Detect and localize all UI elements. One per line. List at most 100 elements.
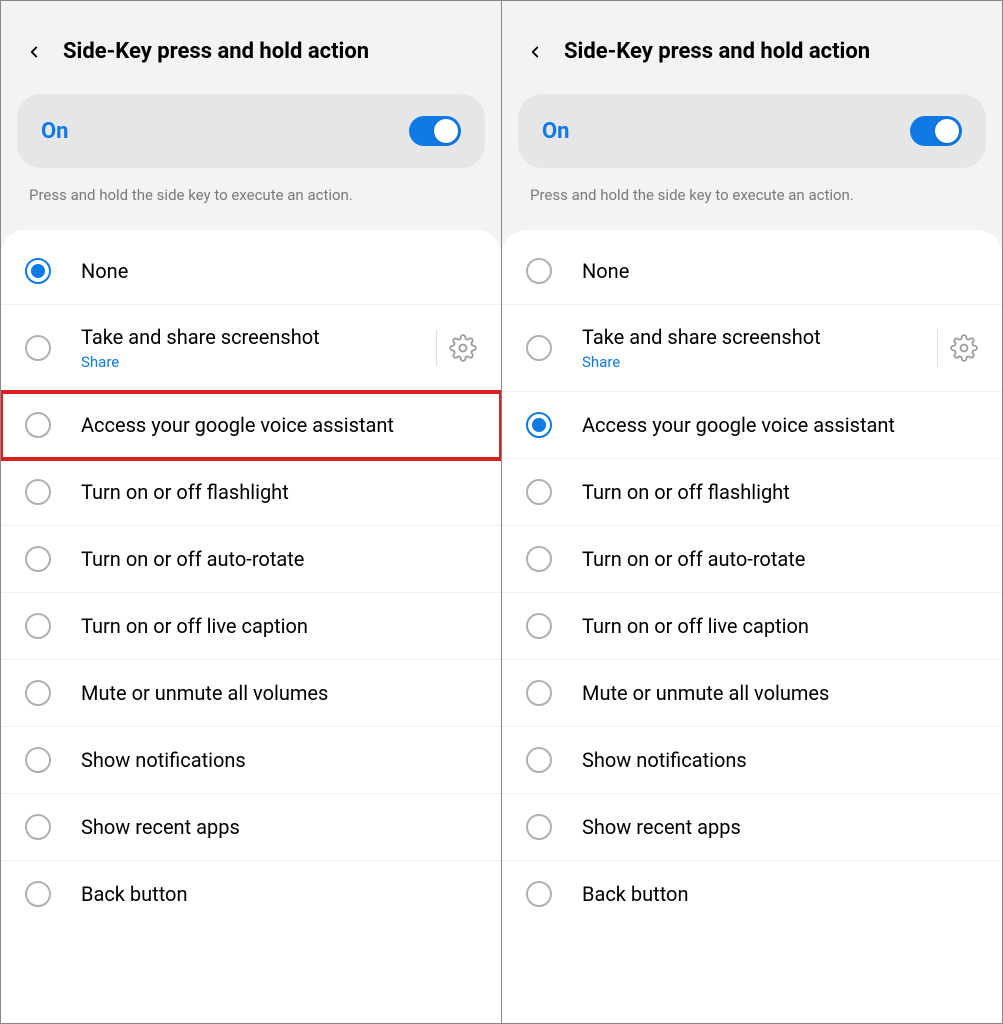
option-text: Show notifications [81, 748, 477, 772]
option-item[interactable]: Back button [502, 861, 1002, 927]
gear-icon[interactable] [449, 334, 477, 362]
option-label: None [81, 259, 477, 283]
header: Side-Key press and hold action [1, 1, 501, 94]
option-item[interactable]: Turn on or off flashlight [502, 459, 1002, 526]
toggle-switch[interactable] [910, 116, 962, 146]
toggle-knob [434, 119, 458, 143]
option-item[interactable]: Show recent apps [1, 794, 501, 861]
option-item[interactable]: Mute or unmute all volumes [1, 660, 501, 727]
option-text: Turn on or off auto-rotate [81, 547, 477, 571]
radio-button[interactable] [526, 479, 552, 505]
radio-button[interactable] [526, 412, 552, 438]
radio-dot [532, 418, 546, 432]
option-item[interactable]: None [1, 238, 501, 305]
option-label: Turn on or off auto-rotate [582, 547, 978, 571]
option-item[interactable]: Take and share screenshotShare [1, 305, 501, 392]
radio-button[interactable] [526, 335, 552, 361]
option-text: Back button [582, 882, 978, 906]
option-label: Show recent apps [81, 815, 477, 839]
option-label: Turn on or off live caption [81, 614, 477, 638]
description-text: Press and hold the side key to execute a… [1, 168, 501, 230]
option-text: Take and share screenshot Share [582, 325, 925, 371]
option-text: Access your google voice assistant [81, 413, 477, 437]
option-item[interactable]: Take and share screenshot Share [502, 305, 1002, 392]
header: Side-Key press and hold action [502, 1, 1002, 94]
back-icon[interactable] [526, 43, 544, 61]
option-text: Access your google voice assistant [582, 413, 978, 437]
option-text: Show recent apps [582, 815, 978, 839]
radio-button[interactable] [25, 747, 51, 773]
option-label: Turn on or off live caption [582, 614, 978, 638]
option-sublabel: Share [582, 353, 925, 371]
option-text: Back button [81, 882, 477, 906]
option-item[interactable]: Access your google voice assistant [1, 392, 501, 459]
description-text: Press and hold the side key to execute a… [502, 168, 1002, 230]
option-item[interactable]: Show notifications [502, 727, 1002, 794]
option-label: Back button [582, 882, 978, 906]
option-item[interactable]: Show notifications [1, 727, 501, 794]
radio-button[interactable] [25, 258, 51, 284]
radio-button[interactable] [25, 335, 51, 361]
option-text: None [81, 259, 477, 283]
option-text: Show notifications [582, 748, 978, 772]
option-label: Take and share screenshot [582, 325, 925, 349]
options-list: None Take and share screenshotShare Access… [1, 230, 501, 1023]
radio-button[interactable] [526, 680, 552, 706]
option-item[interactable]: Show recent apps [502, 794, 1002, 861]
option-item[interactable]: Mute or unmute all volumes [502, 660, 1002, 727]
option-label: Back button [81, 882, 477, 906]
option-label: Access your google voice assistant [81, 413, 477, 437]
toggle-label: On [41, 119, 69, 144]
option-label: Mute or unmute all volumes [81, 681, 477, 705]
option-item[interactable]: None [502, 238, 1002, 305]
option-text: Turn on or off flashlight [81, 480, 477, 504]
radio-button[interactable] [526, 881, 552, 907]
option-label: Show recent apps [582, 815, 978, 839]
toggle-knob [935, 119, 959, 143]
option-text: Show recent apps [81, 815, 477, 839]
option-text: Turn on or off auto-rotate [582, 547, 978, 571]
toggle-label: On [542, 119, 570, 144]
radio-button[interactable] [25, 613, 51, 639]
option-item[interactable]: Back button [1, 861, 501, 927]
option-label: Turn on or off flashlight [582, 480, 978, 504]
master-toggle-card: On [518, 94, 986, 168]
options-list: None Take and share screenshot Share Access… [502, 230, 1002, 1023]
option-item[interactable]: Turn on or off flashlight [1, 459, 501, 526]
option-text: Turn on or off live caption [582, 614, 978, 638]
option-item[interactable]: Turn on or off live caption [1, 593, 501, 660]
back-icon[interactable] [25, 43, 43, 61]
option-label: Mute or unmute all volumes [582, 681, 978, 705]
option-label: Show notifications [81, 748, 477, 772]
page-title: Side-Key press and hold action [564, 39, 870, 64]
option-item[interactable]: Access your google voice assistant [502, 392, 1002, 459]
radio-button[interactable] [25, 881, 51, 907]
radio-button[interactable] [25, 479, 51, 505]
radio-button[interactable] [526, 814, 552, 840]
option-sublabel: Share [81, 353, 424, 371]
radio-button[interactable] [526, 546, 552, 572]
option-label: Turn on or off flashlight [81, 480, 477, 504]
divider [436, 330, 437, 366]
option-text: Mute or unmute all volumes [81, 681, 477, 705]
option-text: None [582, 259, 978, 283]
master-toggle-card: On [17, 94, 485, 168]
option-item[interactable]: Turn on or off live caption [502, 593, 1002, 660]
gear-icon[interactable] [950, 334, 978, 362]
toggle-switch[interactable] [409, 116, 461, 146]
radio-button[interactable] [526, 258, 552, 284]
option-item[interactable]: Turn on or off auto-rotate [502, 526, 1002, 593]
radio-button[interactable] [526, 747, 552, 773]
option-label: None [582, 259, 978, 283]
radio-button[interactable] [25, 412, 51, 438]
settings-panel: Side-Key press and hold action On Press an… [502, 1, 1002, 1023]
option-item[interactable]: Turn on or off auto-rotate [1, 526, 501, 593]
radio-button[interactable] [25, 546, 51, 572]
option-text: Turn on or off live caption [81, 614, 477, 638]
radio-button[interactable] [25, 680, 51, 706]
radio-button[interactable] [526, 613, 552, 639]
option-text: Turn on or off flashlight [582, 480, 978, 504]
radio-button[interactable] [25, 814, 51, 840]
option-text: Mute or unmute all volumes [582, 681, 978, 705]
page-title: Side-Key press and hold action [63, 39, 369, 64]
